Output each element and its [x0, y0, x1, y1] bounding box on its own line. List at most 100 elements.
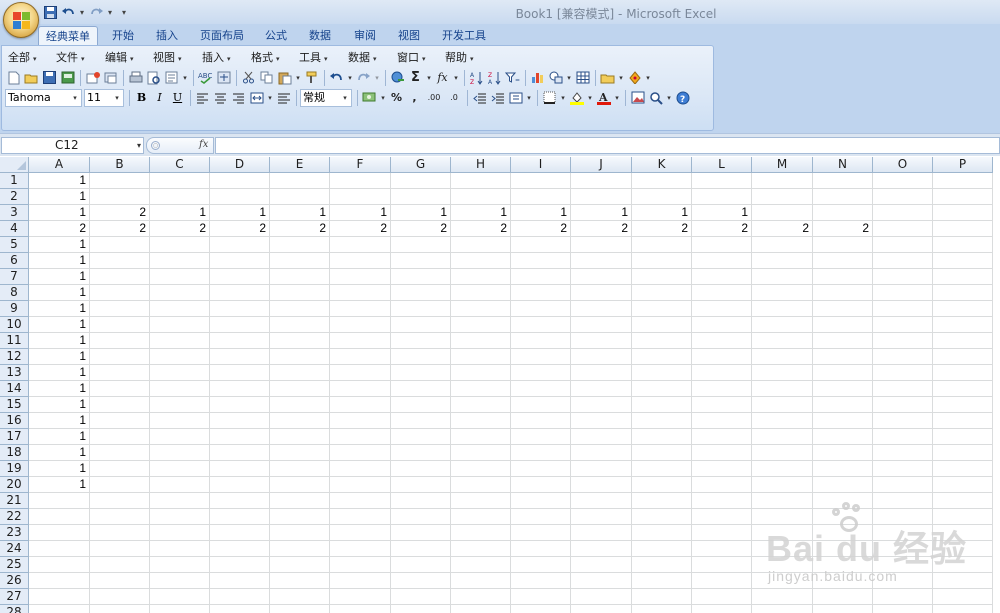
- cell-h19[interactable]: [451, 461, 511, 477]
- cell-p14[interactable]: [933, 381, 993, 397]
- row-header-24[interactable]: 24: [0, 541, 29, 557]
- cell-m15[interactable]: [752, 397, 813, 413]
- cell-l11[interactable]: [692, 333, 752, 349]
- cell-g28[interactable]: [391, 605, 451, 613]
- cell-a1[interactable]: 1: [29, 173, 90, 189]
- cell-k11[interactable]: [632, 333, 692, 349]
- cell-f20[interactable]: [330, 477, 391, 493]
- percent-button[interactable]: %: [388, 89, 405, 106]
- worksheet-grid[interactable]: ABCDEFGHIJKLMNOP 1 2 3 4 5 6 7 8 9 10 11 12 13 14 15 16…: [0, 157, 1000, 613]
- cell-p9[interactable]: [933, 301, 993, 317]
- cell-a22[interactable]: [29, 509, 90, 525]
- cell-b13[interactable]: [90, 365, 150, 381]
- cell-o20[interactable]: [873, 477, 933, 493]
- cell-p24[interactable]: [933, 541, 993, 557]
- cell-g23[interactable]: [391, 525, 451, 541]
- cell-i9[interactable]: [511, 301, 571, 317]
- cell-g24[interactable]: [391, 541, 451, 557]
- cell-d6[interactable]: [210, 253, 270, 269]
- cell-p15[interactable]: [933, 397, 993, 413]
- print-preview-icon[interactable]: [145, 69, 162, 86]
- cell-f4[interactable]: 2: [330, 221, 391, 237]
- cell-e4[interactable]: 2: [270, 221, 330, 237]
- cell-f17[interactable]: [330, 429, 391, 445]
- page-setup-icon[interactable]: [163, 69, 180, 86]
- cell-k2[interactable]: [632, 189, 692, 205]
- cell-b21[interactable]: [90, 493, 150, 509]
- cell-o25[interactable]: [873, 557, 933, 573]
- autosum-dropdown-icon[interactable]: ▾: [425, 69, 433, 86]
- cell-k3[interactable]: 1: [632, 205, 692, 221]
- cell-h17[interactable]: [451, 429, 511, 445]
- menu-format[interactable]: 格式 ▾: [251, 50, 280, 66]
- cell-a27[interactable]: [29, 589, 90, 605]
- menu-window[interactable]: 窗口 ▾: [397, 50, 426, 66]
- zoom-icon[interactable]: [647, 89, 664, 106]
- cell-n21[interactable]: [813, 493, 873, 509]
- cell-c6[interactable]: [150, 253, 210, 269]
- cell-e19[interactable]: [270, 461, 330, 477]
- fill-color-dropdown-icon[interactable]: ▾: [586, 89, 594, 106]
- cell-o17[interactable]: [873, 429, 933, 445]
- font-color-icon[interactable]: A: [595, 89, 612, 106]
- cell-o13[interactable]: [873, 365, 933, 381]
- cell-g18[interactable]: [391, 445, 451, 461]
- cell-l1[interactable]: [692, 173, 752, 189]
- comma-style-button[interactable]: ,: [406, 89, 423, 106]
- cell-d11[interactable]: [210, 333, 270, 349]
- cell-b27[interactable]: [90, 589, 150, 605]
- cell-h23[interactable]: [451, 525, 511, 541]
- cell-l21[interactable]: [692, 493, 752, 509]
- cell-l6[interactable]: [692, 253, 752, 269]
- cell-h20[interactable]: [451, 477, 511, 493]
- cell-j24[interactable]: [571, 541, 632, 557]
- cell-d5[interactable]: [210, 237, 270, 253]
- cell-o22[interactable]: [873, 509, 933, 525]
- align-center-icon[interactable]: [212, 89, 229, 106]
- cell-p7[interactable]: [933, 269, 993, 285]
- cell-d21[interactable]: [210, 493, 270, 509]
- cell-f1[interactable]: [330, 173, 391, 189]
- cell-p17[interactable]: [933, 429, 993, 445]
- email-icon[interactable]: [84, 69, 101, 86]
- insert-function-button[interactable]: fx: [199, 139, 208, 150]
- cell-a21[interactable]: [29, 493, 90, 509]
- cell-a5[interactable]: 1: [29, 237, 90, 253]
- cell-n3[interactable]: [813, 205, 873, 221]
- cell-g6[interactable]: [391, 253, 451, 269]
- cell-l9[interactable]: [692, 301, 752, 317]
- cell-c12[interactable]: [150, 349, 210, 365]
- cell-p16[interactable]: [933, 413, 993, 429]
- cell-g13[interactable]: [391, 365, 451, 381]
- cell-a15[interactable]: 1: [29, 397, 90, 413]
- cell-e20[interactable]: [270, 477, 330, 493]
- cell-b20[interactable]: [90, 477, 150, 493]
- cell-h3[interactable]: 1: [451, 205, 511, 221]
- cell-i27[interactable]: [511, 589, 571, 605]
- column-header-k[interactable]: K: [632, 157, 692, 173]
- cell-d27[interactable]: [210, 589, 270, 605]
- cell-f28[interactable]: [330, 605, 391, 613]
- cell-o9[interactable]: [873, 301, 933, 317]
- spelling-icon[interactable]: ABC: [197, 69, 214, 86]
- cell-c13[interactable]: [150, 365, 210, 381]
- cell-c25[interactable]: [150, 557, 210, 573]
- cell-g5[interactable]: [391, 237, 451, 253]
- formula-input[interactable]: [215, 137, 1000, 154]
- column-header-j[interactable]: J: [571, 157, 632, 173]
- cell-k6[interactable]: [632, 253, 692, 269]
- cell-n18[interactable]: [813, 445, 873, 461]
- menu-tools[interactable]: 工具 ▾: [299, 50, 328, 66]
- menu-insert[interactable]: 插入 ▾: [202, 50, 231, 66]
- cell-b19[interactable]: [90, 461, 150, 477]
- borders-dropdown-icon[interactable]: ▾: [559, 89, 567, 106]
- cell-f11[interactable]: [330, 333, 391, 349]
- cell-a19[interactable]: 1: [29, 461, 90, 477]
- cell-b1[interactable]: [90, 173, 150, 189]
- office-button[interactable]: [3, 2, 39, 38]
- cell-n14[interactable]: [813, 381, 873, 397]
- cell-j10[interactable]: [571, 317, 632, 333]
- cell-k20[interactable]: [632, 477, 692, 493]
- cell-h6[interactable]: [451, 253, 511, 269]
- column-header-b[interactable]: B: [90, 157, 150, 173]
